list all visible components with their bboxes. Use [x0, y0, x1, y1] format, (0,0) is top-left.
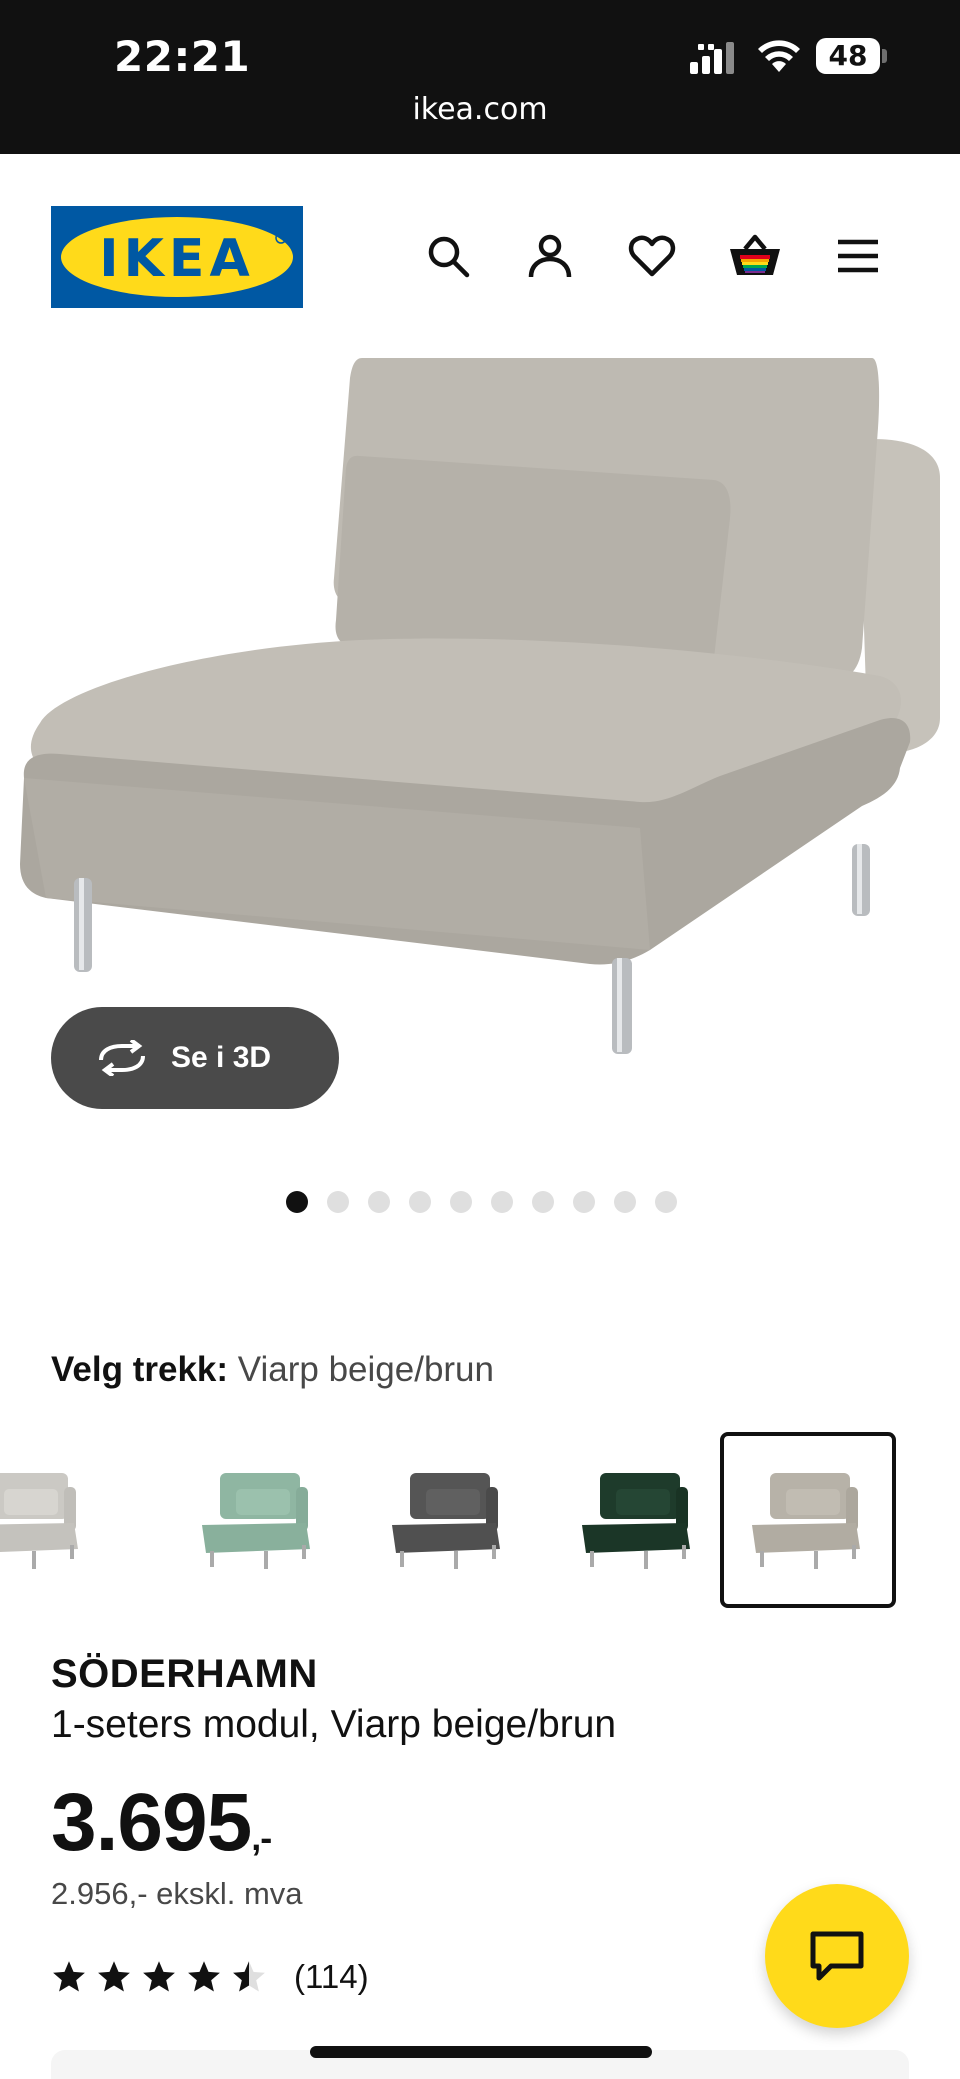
battery-indicator: 48: [816, 38, 888, 74]
swatch-dark-grey[interactable]: [360, 1432, 536, 1608]
cover-label: Velg trekk:: [51, 1350, 229, 1389]
cover-selection: Velg trekk: Viarp beige/brun: [51, 1350, 494, 1390]
status-bar: 22:21 48 ikea.com: [0, 0, 960, 154]
gallery-dot[interactable]: [655, 1191, 677, 1213]
chat-icon: [810, 1931, 864, 1981]
cover-value: Viarp beige/brun: [237, 1350, 494, 1389]
half-star-icon: [233, 1961, 265, 1992]
svg-text:IKEA: IKEA: [99, 229, 254, 289]
gallery-dot[interactable]: [450, 1191, 472, 1213]
home-indicator[interactable]: [310, 2046, 652, 2058]
swatch-dark-green[interactable]: [550, 1432, 726, 1608]
rotate-3d-icon: [99, 1040, 145, 1076]
product-price: 3.695,-: [51, 1776, 272, 1870]
status-time: 22:21: [114, 32, 251, 81]
ikea-logo[interactable]: IKEA: [51, 206, 303, 308]
view-in-3d-button[interactable]: Se i 3D: [51, 1007, 339, 1109]
battery-level: 48: [828, 39, 868, 72]
price-value: 3.695: [51, 1777, 252, 1868]
swatch-green[interactable]: [170, 1432, 346, 1608]
swatch-light-grey[interactable]: [0, 1432, 114, 1608]
gallery-dot[interactable]: [614, 1191, 636, 1213]
star-icon: [143, 1961, 175, 1992]
product-image[interactable]: [0, 358, 960, 1058]
gallery-dot[interactable]: [409, 1191, 431, 1213]
gallery-dot[interactable]: [368, 1191, 390, 1213]
rating-count[interactable]: (114): [294, 1958, 369, 1996]
heart-icon[interactable]: [622, 226, 682, 286]
url-bar[interactable]: ikea.com: [0, 92, 960, 127]
gallery-dot[interactable]: [573, 1191, 595, 1213]
swatch-viarp-beige-brown[interactable]: [720, 1432, 896, 1608]
product-rating[interactable]: (114): [51, 1958, 369, 1996]
menu-icon[interactable]: [828, 226, 888, 286]
chat-button[interactable]: [765, 1884, 909, 2028]
cover-swatches: [0, 1432, 960, 1608]
product-description: 1-seters modul, Viarp beige/brun: [51, 1703, 617, 1746]
search-icon[interactable]: [418, 226, 478, 286]
price-suffix: ,-: [251, 1817, 272, 1858]
gallery-dot[interactable]: [491, 1191, 513, 1213]
star-icon: [188, 1961, 220, 1992]
view-in-3d-label: Se i 3D: [171, 1041, 272, 1074]
gallery-dot[interactable]: [327, 1191, 349, 1213]
basket-icon[interactable]: [725, 226, 785, 286]
gallery-dot[interactable]: [286, 1191, 308, 1213]
star-icon: [98, 1961, 130, 1992]
star-icon: [53, 1961, 85, 1992]
wifi-icon: [758, 40, 800, 72]
product-name: SÖDERHAMN: [51, 1652, 318, 1696]
price-excl-vat: 2.956,- ekskl. mva: [51, 1876, 303, 1911]
gallery-pagination: [286, 1191, 677, 1213]
gallery-dot[interactable]: [532, 1191, 554, 1213]
cellular-signal-icon: [690, 42, 734, 74]
battery-nub: [882, 49, 887, 63]
profile-icon[interactable]: [520, 226, 580, 286]
